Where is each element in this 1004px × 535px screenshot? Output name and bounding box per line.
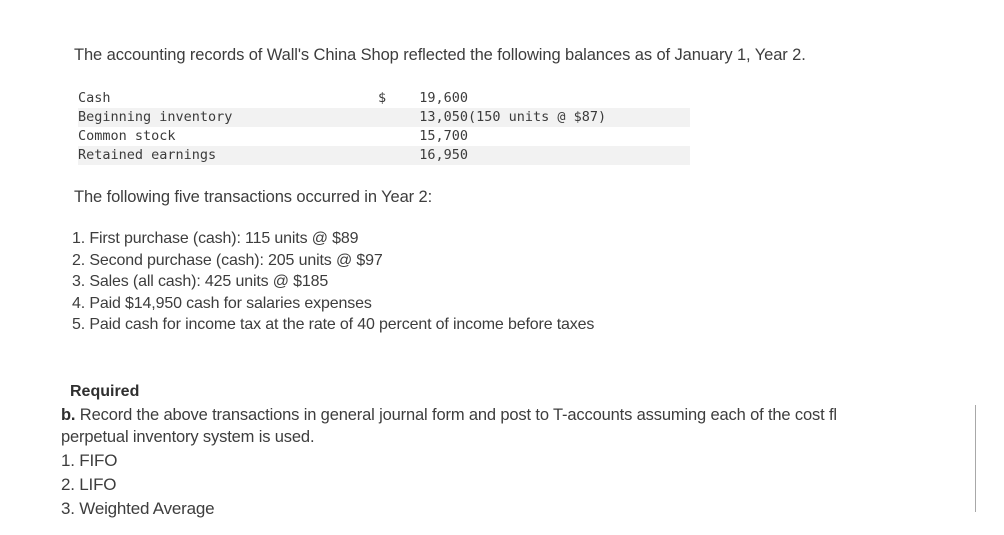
required-item-b: b. Record the above transactions in gene… <box>61 405 976 427</box>
balance-amount: 13,050 <box>419 109 468 125</box>
list-item: 5. Paid cash for income tax at the rate … <box>72 316 595 333</box>
transactions-list: 1. First purchase (cash): 115 units @ $8… <box>72 228 594 336</box>
balance-label: Beginning inventory <box>78 109 233 125</box>
balance-amount: 19,600 <box>419 90 468 106</box>
required-instruction: b. Record the above transactions in gene… <box>61 405 976 448</box>
balance-label: Retained earnings <box>78 147 217 163</box>
intro-paragraph: The accounting records of Wall's China S… <box>74 46 806 64</box>
list-item: 3. Weighted Average <box>61 499 215 518</box>
list-item: 2. Second purchase (cash): 205 units @ $… <box>72 251 383 269</box>
balance-currency: $ <box>378 90 387 106</box>
transactions-lead-paragraph: The following five transactions occurred… <box>74 188 433 206</box>
list-item: 1. FIFO <box>61 451 118 470</box>
table-row: Cash $ 19,600 <box>78 89 690 108</box>
balance-label: Common stock <box>78 128 176 144</box>
balance-currency <box>378 108 400 127</box>
balances-table: Cash $ 19,600 Beginning inventory 13,050… <box>78 89 690 165</box>
selection-edge-marker <box>975 405 976 512</box>
balance-currency <box>378 146 400 165</box>
balance-label: Cash <box>78 90 111 106</box>
required-heading: Required <box>70 383 140 400</box>
balance-note <box>468 146 690 165</box>
balance-currency <box>378 127 400 146</box>
balance-amount: 15,700 <box>419 128 468 144</box>
list-item: 1. First purchase (cash): 115 units @ $8… <box>72 230 359 247</box>
balance-note <box>468 89 690 108</box>
balance-note: (150 units @ $87) <box>468 109 607 125</box>
list-item: 2. LIFO <box>61 475 117 494</box>
table-row: Retained earnings 16,950 <box>78 146 690 165</box>
balance-amount: 16,950 <box>419 147 468 163</box>
cost-flow-methods-list: 1. FIFO 2. LIFO 3. Weighted Average <box>61 449 215 521</box>
list-item: 4. Paid $14,950 cash for salaries expens… <box>72 294 372 312</box>
document-page: The accounting records of Wall's China S… <box>0 0 1004 535</box>
table-row: Common stock 15,700 <box>78 127 690 146</box>
table-row: Beginning inventory 13,050 (150 units @ … <box>78 108 690 127</box>
balance-note <box>468 127 690 146</box>
required-item-label: b. <box>61 406 76 424</box>
list-item: 3. Sales (all cash): 425 units @ $185 <box>72 273 329 290</box>
required-item-text: Record the above transactions in general… <box>75 406 837 424</box>
required-item-b-continued: perpetual inventory system is used. <box>61 427 315 446</box>
balances-table-body: Cash $ 19,600 Beginning inventory 13,050… <box>78 89 690 165</box>
